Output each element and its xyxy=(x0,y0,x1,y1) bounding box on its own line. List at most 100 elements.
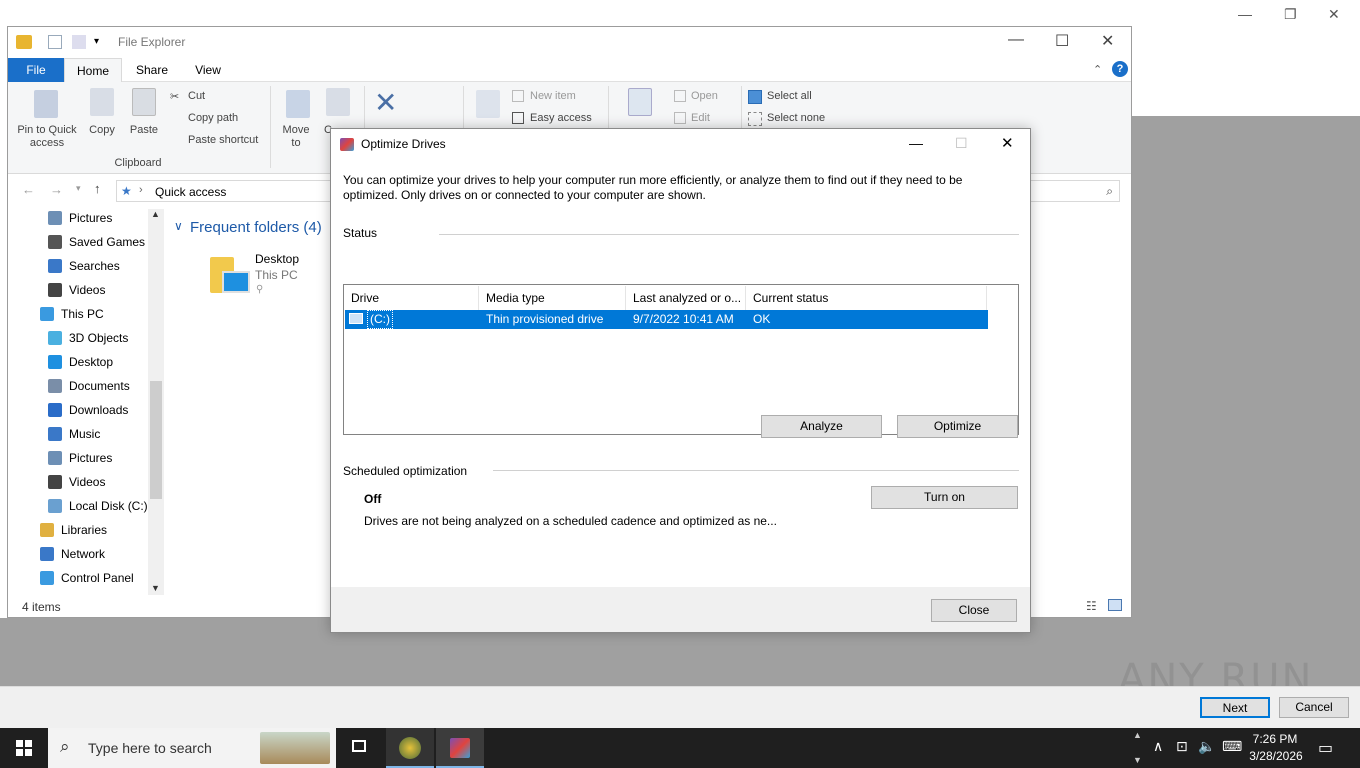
collapse-ribbon-icon[interactable]: ⌃ xyxy=(1093,63,1102,76)
large-icons-view-icon[interactable] xyxy=(1108,599,1122,611)
start-button[interactable] xyxy=(0,728,48,768)
sidebar-item[interactable]: Videos xyxy=(8,471,148,493)
close-icon[interactable]: ✕ xyxy=(1001,134,1014,152)
analyze-button[interactable]: Analyze xyxy=(761,415,882,438)
move-to-button[interactable]: Move to xyxy=(278,124,314,150)
column-current-status[interactable]: Current status xyxy=(746,286,987,310)
sidebar-item[interactable]: Saved Games xyxy=(8,231,148,253)
sidebar-item[interactable]: Documents xyxy=(8,375,148,397)
tab-home[interactable]: Home xyxy=(64,58,122,82)
scroll-up-icon[interactable]: ▲ xyxy=(1133,730,1142,740)
paste-button[interactable]: Paste xyxy=(126,124,162,137)
close-button[interactable]: Close xyxy=(931,599,1017,622)
quick-access-icon: ★ xyxy=(121,184,132,198)
next-button[interactable]: Next xyxy=(1200,697,1270,718)
close-icon[interactable]: ✕ xyxy=(1101,31,1114,51)
frequent-folders-header[interactable]: Frequent folders (4) xyxy=(190,219,322,236)
maximize-icon[interactable]: ☐ xyxy=(1055,31,1069,51)
notification-icon[interactable]: ▭ xyxy=(1318,738,1333,758)
properties-icon[interactable] xyxy=(48,35,62,49)
tab-file[interactable]: File xyxy=(8,58,64,82)
taskbar-search[interactable]: ⌕ Type here to search xyxy=(48,728,336,768)
cut-button[interactable]: Cut xyxy=(188,90,205,102)
minimize-icon[interactable]: — xyxy=(909,135,923,151)
optimize-drives-dialog: Optimize Drives — ☐ ✕ You can optimize y… xyxy=(330,128,1031,633)
table-row[interactable]: (C:) Thin provisioned drive 9/7/2022 10:… xyxy=(345,310,988,329)
minimize-icon[interactable]: — xyxy=(1238,6,1252,22)
current-status: OK xyxy=(753,312,771,326)
ime-icon[interactable]: ⌨ xyxy=(1222,738,1242,755)
cancel-button[interactable]: Cancel xyxy=(1279,697,1349,718)
new-folder-icon[interactable] xyxy=(72,35,86,49)
copy-button[interactable]: Copy xyxy=(84,124,120,137)
chevron-up-icon[interactable]: ∧ xyxy=(1153,738,1163,755)
nav-scrollbar[interactable]: ▲ ▼ xyxy=(148,209,164,595)
chevron-down-icon[interactable]: ∨ xyxy=(174,219,183,233)
scheduled-section-label: Scheduled optimization xyxy=(343,464,468,478)
search-input[interactable]: ⌕ xyxy=(1030,180,1120,202)
forward-icon[interactable]: → xyxy=(50,182,63,197)
pin-to-quick-access-button[interactable]: Pin to Quick access xyxy=(12,124,82,150)
scroll-down-icon[interactable]: ▼ xyxy=(151,583,160,593)
sidebar-item[interactable]: Local Disk (C:) xyxy=(8,495,148,517)
optimize-button[interactable]: Optimize xyxy=(897,415,1018,438)
clock-date[interactable]: 3/28/2026 xyxy=(1248,749,1304,763)
sidebar-item[interactable]: Downloads xyxy=(8,399,148,421)
sidebar-item[interactable]: Pictures xyxy=(8,447,148,469)
column-last-analyzed[interactable]: Last analyzed or o... xyxy=(626,286,746,310)
open-button[interactable]: Open xyxy=(691,90,718,102)
help-icon[interactable]: ? xyxy=(1112,61,1128,77)
chevron-down-icon[interactable]: ▾ xyxy=(94,36,99,47)
address-bar[interactable]: ★ › Quick access xyxy=(116,180,336,202)
select-none-button[interactable]: Select none xyxy=(767,112,825,124)
sidebar-item[interactable]: Searches xyxy=(8,255,148,277)
tab-view[interactable]: View xyxy=(186,58,230,82)
easy-access-button[interactable]: Easy access xyxy=(530,112,592,124)
chevron-down-icon[interactable]: ▾ xyxy=(76,183,81,194)
column-media-type[interactable]: Media type xyxy=(479,286,626,310)
volume-icon[interactable]: 🔈 xyxy=(1198,738,1215,755)
folder-name: Desktop xyxy=(255,252,300,266)
network-icon[interactable]: ⊡ xyxy=(1176,738,1188,755)
sidebar-item[interactable]: Control Panel xyxy=(8,567,148,589)
minimize-icon[interactable]: — xyxy=(1008,31,1024,49)
copy-path-button[interactable]: Copy path xyxy=(188,112,238,124)
drive-icon xyxy=(48,499,62,513)
up-icon[interactable]: ↑ xyxy=(94,181,101,196)
taskbar-app-browser[interactable] xyxy=(386,728,434,768)
sidebar-item[interactable]: Pictures xyxy=(8,207,148,229)
folder-icon xyxy=(16,35,32,49)
scroll-up-icon[interactable]: ▲ xyxy=(151,209,160,219)
clock-time[interactable]: 7:26 PM xyxy=(1252,732,1298,746)
close-icon[interactable]: ✕ xyxy=(1328,6,1340,23)
new-item-button[interactable]: New item xyxy=(530,90,576,102)
scrollbar-thumb[interactable] xyxy=(150,381,162,499)
sidebar-item[interactable]: Libraries xyxy=(8,519,148,541)
details-view-icon[interactable]: ☷ xyxy=(1086,599,1097,613)
task-view-button[interactable] xyxy=(336,728,384,768)
turn-on-button[interactable]: Turn on xyxy=(871,486,1018,509)
edit-button[interactable]: Edit xyxy=(691,112,710,124)
back-icon[interactable]: ← xyxy=(22,182,35,197)
scroll-down-icon[interactable]: ▼ xyxy=(1133,755,1142,765)
taskbar-app-optimize-drives[interactable] xyxy=(436,728,484,768)
select-all-button[interactable]: Select all xyxy=(767,90,812,102)
dialog-description: You can optimize your drives to help you… xyxy=(343,173,963,202)
drive-list[interactable]: Drive Media type Last analyzed or o... C… xyxy=(343,284,1019,435)
desktop-folder-item[interactable] xyxy=(210,255,250,295)
sidebar-item[interactable]: Videos xyxy=(8,279,148,301)
last-analyzed: 9/7/2022 10:41 AM xyxy=(633,312,734,326)
tab-share[interactable]: Share xyxy=(130,58,174,82)
search-highlight-image xyxy=(260,732,330,764)
address-location: Quick access xyxy=(155,185,227,199)
sidebar-item[interactable]: Music xyxy=(8,423,148,445)
sidebar-item[interactable]: Desktop xyxy=(8,351,148,373)
sidebar-item[interactable]: 3D Objects xyxy=(8,327,148,349)
restore-icon[interactable]: ❐ xyxy=(1284,6,1297,23)
sidebar-item[interactable]: This PC xyxy=(8,303,148,325)
sidebar-item-label: Documents xyxy=(69,379,130,393)
column-drive[interactable]: Drive xyxy=(344,286,479,310)
paste-shortcut-button[interactable]: Paste shortcut xyxy=(188,134,258,146)
pin-icon xyxy=(34,90,58,118)
sidebar-item[interactable]: Network xyxy=(8,543,148,565)
